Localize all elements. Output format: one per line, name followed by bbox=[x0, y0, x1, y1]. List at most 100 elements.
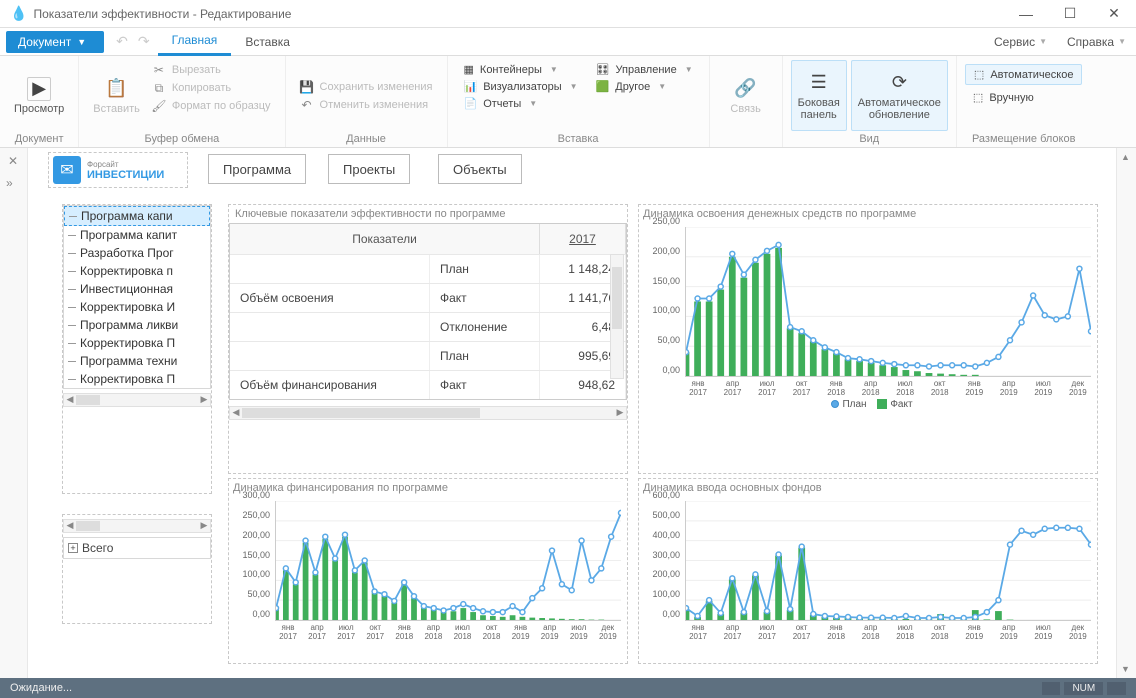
minimize-button[interactable]: — bbox=[1004, 0, 1048, 28]
report-icon: 📄 bbox=[464, 97, 478, 110]
paste-button[interactable]: 📋 Вставить bbox=[87, 60, 146, 131]
insert-other[interactable]: 🟩Другое▼ bbox=[592, 79, 697, 94]
insert-control[interactable]: 🎛Управление▼ bbox=[592, 62, 697, 77]
chart3-plot: 0,00100,00200,00300,00400,00500,00600,00 bbox=[685, 501, 1091, 621]
nav-objects[interactable]: Объекты bbox=[438, 154, 522, 184]
close-button[interactable]: ✕ bbox=[1092, 0, 1136, 28]
chart-assets-dynamics[interactable]: Динамика ввода основных фондов 0,00100,0… bbox=[638, 478, 1098, 664]
kpi-grid: Показатели 2017 План1 148,24 Объём освое… bbox=[229, 223, 627, 400]
insert-reports[interactable]: 📄Отчеты▼ bbox=[460, 96, 582, 111]
cell: Объём финансирования bbox=[230, 371, 430, 399]
col-year[interactable]: 2017 bbox=[540, 224, 626, 254]
list-item[interactable]: Корректировка П bbox=[64, 334, 210, 352]
caret-down-icon: ▼ bbox=[550, 65, 558, 74]
list-item[interactable]: Программа капи bbox=[64, 206, 210, 226]
format-button[interactable]: 🖌Формат по образцу bbox=[150, 98, 273, 114]
expand-node-icon[interactable]: + bbox=[68, 543, 78, 553]
grid-header: Показатели 2017 bbox=[230, 224, 626, 254]
save-changes-button[interactable]: 💾Сохранить изменения bbox=[298, 79, 435, 95]
chart1-title: Динамика освоения денежных средств по пр… bbox=[639, 205, 1097, 223]
redo-button[interactable]: ↷ bbox=[134, 31, 154, 52]
cut-button[interactable]: ✂Вырезать bbox=[150, 62, 273, 78]
logo-line1: Форсайт bbox=[87, 160, 164, 169]
grid-v-scroll[interactable] bbox=[610, 254, 624, 379]
status-bar: Ожидание... NUM bbox=[0, 678, 1136, 698]
list-item[interactable]: Программа ликви bbox=[64, 316, 210, 334]
status-scrl bbox=[1107, 682, 1126, 695]
program-list-panel[interactable]: Программа капиПрограмма капитРазработка … bbox=[62, 204, 212, 494]
link-button[interactable]: 🔗 Связь bbox=[718, 60, 774, 131]
layout-manual[interactable]: ⬚Вручную bbox=[965, 88, 1042, 107]
ribbon-group-data: 💾Сохранить изменения ↶Отменить изменения… bbox=[286, 56, 448, 147]
list-item[interactable]: Корректировка И bbox=[64, 298, 210, 316]
tree-root[interactable]: + Всего bbox=[64, 538, 210, 558]
expand-icon[interactable]: » bbox=[6, 176, 13, 190]
list-h-scroll[interactable]: ◀ ▶ bbox=[63, 393, 211, 407]
maximize-button[interactable]: ☐ bbox=[1048, 0, 1092, 28]
caret-down-icon: ▼ bbox=[1039, 37, 1047, 46]
scroll-right-icon[interactable]: ▶ bbox=[198, 394, 210, 405]
caret-down-icon: ▼ bbox=[570, 82, 578, 91]
insert-visualizers[interactable]: 📊Визуализаторы▼ bbox=[460, 79, 582, 94]
undo-icon: ↶ bbox=[300, 98, 314, 112]
scroll-down-icon[interactable]: ▼ bbox=[1121, 664, 1130, 674]
nav-projects[interactable]: Проекты bbox=[328, 154, 410, 184]
list-item[interactable]: Корректировка П bbox=[64, 370, 210, 388]
list-item[interactable]: Разработка Прог bbox=[64, 244, 210, 262]
program-list: Программа капиПрограмма капитРазработка … bbox=[63, 205, 211, 389]
insert-containers[interactable]: ▦Контейнеры▼ bbox=[460, 62, 582, 77]
title-bar: 💧 Показатели эффективности - Редактирова… bbox=[0, 0, 1136, 28]
menubar: Документ ▼ ↶ ↷ Главная Вставка Сервис▼ С… bbox=[0, 28, 1136, 56]
kpi-panel[interactable]: Ключевые показатели эффективности по про… bbox=[228, 204, 628, 474]
legend-plan-icon bbox=[831, 400, 839, 408]
caret-down-icon: ▼ bbox=[77, 37, 86, 47]
panel-icon: ☰ bbox=[807, 71, 831, 95]
cell: Объём освоения bbox=[230, 284, 430, 312]
copy-button[interactable]: ⧉Копировать bbox=[150, 80, 273, 96]
grid-h-scroll[interactable]: ◀▶ bbox=[229, 406, 627, 420]
scroll-left-icon[interactable]: ◀ bbox=[64, 394, 76, 405]
layout-auto-icon: ⬚ bbox=[974, 68, 984, 81]
status-num: NUM bbox=[1064, 682, 1103, 695]
app-icon: 💧 bbox=[10, 5, 27, 22]
undo-button[interactable]: ↶ bbox=[112, 31, 132, 52]
logo-icon: ✉ bbox=[53, 156, 81, 184]
brush-icon: 🖌 bbox=[152, 99, 166, 113]
tree-panel[interactable]: ◀▶ + Всего bbox=[62, 514, 212, 624]
close-doc-icon[interactable]: ✕ bbox=[8, 154, 18, 168]
side-panel-button[interactable]: ☰ Боковая панель bbox=[791, 60, 847, 131]
service-menu[interactable]: Сервис▼ bbox=[984, 35, 1057, 49]
layout-automatic[interactable]: ⬚Автоматическое bbox=[965, 64, 1083, 85]
list-item[interactable]: Корректировка п bbox=[64, 262, 210, 280]
preview-button[interactable]: ▶ Просмотр bbox=[8, 60, 70, 131]
help-menu[interactable]: Справка▼ bbox=[1057, 35, 1136, 49]
scroll-thumb[interactable] bbox=[76, 395, 100, 405]
workspace: ✕ » ✉ Форсайт ИНВЕСТИЦИИ Программа Проек… bbox=[0, 148, 1136, 678]
cell: План bbox=[430, 342, 540, 370]
nav-program[interactable]: Программа bbox=[208, 154, 306, 184]
auto-update-button[interactable]: ⟳ Автоматическое обновление bbox=[851, 60, 948, 131]
ribbon-group-clipboard: 📋 Вставить ✂Вырезать ⧉Копировать 🖌Формат… bbox=[79, 56, 285, 147]
chart-financing-dynamics[interactable]: Динамика финансирования по программе 0,0… bbox=[228, 478, 628, 664]
tree-scroll[interactable]: ◀▶ bbox=[63, 519, 211, 533]
document-menu[interactable]: Документ ▼ bbox=[6, 31, 104, 53]
list-item[interactable]: Программа техни bbox=[64, 352, 210, 370]
logo-block[interactable]: ✉ Форсайт ИНВЕСТИЦИИ bbox=[48, 152, 188, 188]
tab-insert[interactable]: Вставка bbox=[231, 29, 304, 55]
chart2-plot: 0,0050,00100,00150,00200,00250,00300,00 bbox=[275, 501, 621, 621]
chart-cash-dynamics[interactable]: Динамика освоения денежных средств по пр… bbox=[638, 204, 1098, 474]
window-buttons: — ☐ ✕ bbox=[1004, 0, 1136, 28]
scroll-up-icon[interactable]: ▲ bbox=[1121, 152, 1130, 162]
ribbon-group-view: ☰ Боковая панель ⟳ Автоматическое обновл… bbox=[783, 56, 957, 147]
legend-fact-icon bbox=[877, 399, 887, 409]
list-item[interactable]: Программа капит bbox=[64, 226, 210, 244]
col-indicators[interactable]: Показатели bbox=[230, 224, 540, 254]
document-menu-label: Документ bbox=[18, 35, 71, 49]
chart-icon: 📊 bbox=[464, 80, 478, 93]
tab-main[interactable]: Главная bbox=[158, 27, 232, 56]
cell: Отклонение bbox=[430, 313, 540, 341]
cancel-changes-button[interactable]: ↶Отменить изменения bbox=[298, 97, 435, 113]
chart2-title: Динамика финансирования по программе bbox=[229, 479, 627, 497]
caret-down-icon: ▼ bbox=[685, 65, 693, 74]
list-item[interactable]: Инвестиционная bbox=[64, 280, 210, 298]
